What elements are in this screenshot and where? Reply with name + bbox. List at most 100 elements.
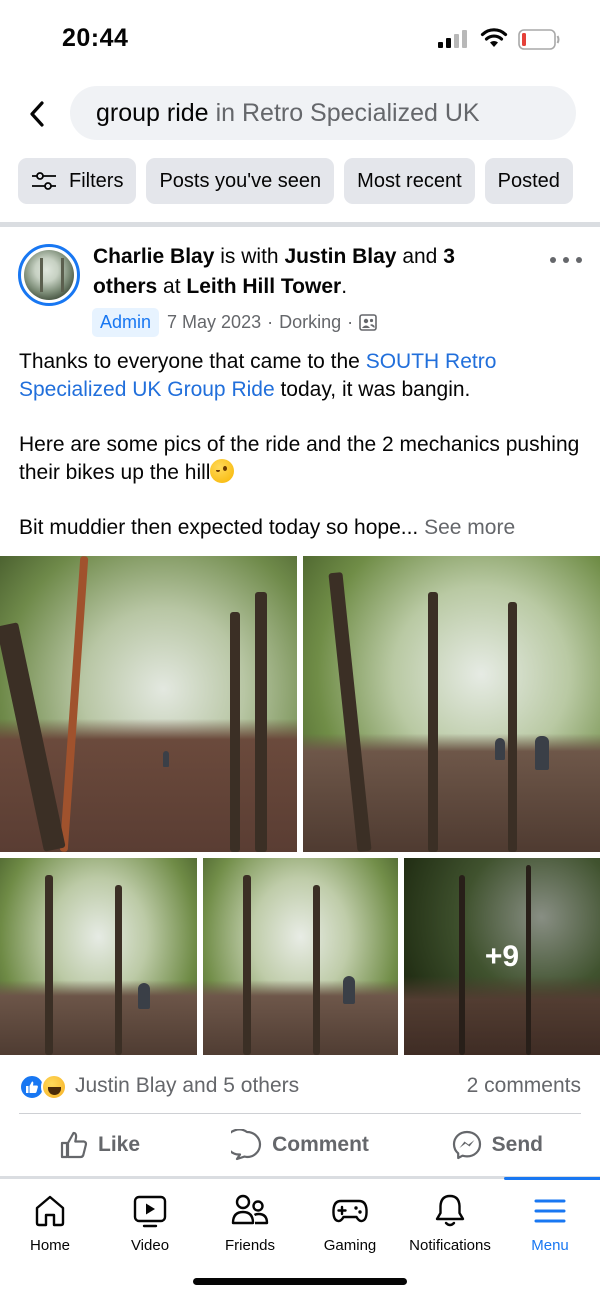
search-query: group ride — [96, 98, 209, 127]
post-photo[interactable] — [203, 858, 398, 1055]
more-photos-count: +9 — [484, 939, 520, 973]
most-recent-chip[interactable]: Most recent — [344, 158, 475, 204]
status-time: 20:44 — [62, 24, 129, 52]
like-button[interactable]: Like — [0, 1120, 200, 1170]
tab-video-label: Video — [130, 1237, 170, 1254]
tab-home[interactable]: Home — [0, 1179, 100, 1271]
post-title: Charlie Blay is with Justin Blay and 3 o… — [93, 245, 455, 298]
post-paragraph-2: Here are some pics of the ride and the 2… — [19, 433, 580, 484]
comment-button[interactable]: Comment — [200, 1120, 400, 1170]
messenger-icon — [452, 1130, 481, 1160]
tree-trunk — [230, 612, 240, 852]
send-button[interactable]: Send — [400, 1120, 600, 1170]
send-label: Send — [491, 1133, 543, 1156]
tree-trunk — [115, 885, 122, 1055]
gaming-icon — [332, 1199, 368, 1223]
search-row: group ride in Retro Specialized UK — [0, 84, 600, 144]
post-place[interactable]: Dorking — [279, 312, 341, 333]
tree-trunk — [313, 885, 320, 1055]
and-text: and — [402, 245, 438, 268]
tree-trunk — [45, 875, 53, 1055]
post-photo-more[interactable]: +9 — [404, 858, 600, 1055]
post-meta: Admin 7 May 2023 · Dorking · — [92, 308, 377, 337]
rider — [495, 738, 505, 760]
group-audience-icon — [359, 314, 377, 331]
tree-trunk — [59, 556, 89, 852]
filter-chips: Filters Posts you've seen Most recent Po… — [18, 158, 600, 204]
dot — [550, 257, 556, 263]
post-date[interactable]: 7 May 2023 — [167, 312, 261, 333]
posts-seen-chip[interactable]: Posts you've seen — [146, 158, 335, 204]
tab-gaming[interactable]: Gaming — [300, 1179, 400, 1271]
with-text: is with — [220, 245, 279, 268]
avatar-image — [24, 250, 74, 300]
tagged-person[interactable]: Justin Blay — [284, 245, 396, 268]
sliders-icon — [32, 172, 56, 190]
home-icon — [35, 1195, 65, 1227]
location-name[interactable]: Leith Hill Tower — [186, 275, 341, 298]
search-input[interactable]: group ride in Retro Specialized UK — [70, 86, 576, 140]
tab-menu[interactable]: Menu — [500, 1177, 600, 1271]
like-icon — [60, 1131, 88, 1159]
tree-trunk — [428, 592, 438, 852]
search-scope: in Retro Specialized UK — [215, 98, 480, 127]
bell-icon — [435, 1194, 465, 1227]
action-divider — [19, 1113, 581, 1114]
cellular-signal-icon — [438, 30, 467, 48]
reactors-summary[interactable]: Justin Blay and 5 others — [75, 1074, 299, 1098]
tree-trunk — [255, 592, 267, 852]
posted-chip[interactable]: Posted — [484, 158, 573, 204]
reaction-icons[interactable] — [19, 1074, 71, 1100]
meta-separator: · — [267, 312, 274, 332]
comment-icon — [231, 1129, 262, 1161]
winking-face-emoji — [210, 459, 235, 483]
tab-notifications-label: Notifications — [409, 1237, 491, 1254]
tab-notifications[interactable]: Notifications — [400, 1179, 500, 1271]
reactions-row: Justin Blay and 5 others 2 comments — [0, 1066, 600, 1108]
rider — [535, 736, 549, 770]
post-paragraph-1: Thanks to everyone that came to the SOUT… — [19, 350, 497, 401]
rider — [138, 983, 150, 1009]
meta-separator: · — [347, 312, 354, 332]
like-label: Like — [98, 1133, 141, 1156]
thumbs-up-icon — [26, 1081, 38, 1093]
comments-count[interactable]: 2 comments — [467, 1074, 581, 1098]
posts-seen-chip-label: Posts you've seen — [159, 169, 322, 192]
filters-chip-label: Filters — [69, 169, 124, 192]
home-indicator[interactable] — [193, 1278, 407, 1285]
tab-home-label: Home — [29, 1237, 70, 1254]
tab-friends[interactable]: Friends — [200, 1179, 300, 1271]
more-photos-overlay: +9 — [404, 858, 600, 1055]
back-button[interactable] — [18, 94, 58, 134]
tree-trunk — [508, 602, 517, 852]
avatar[interactable] — [18, 244, 80, 306]
tree-trunk — [328, 572, 372, 852]
back-arrow-icon — [30, 101, 44, 127]
filters-chip[interactable]: Filters — [18, 158, 137, 204]
bottom-tab-bar: Home Video Friends Gaming Notifications … — [0, 1177, 600, 1271]
tree-trunk — [0, 622, 66, 852]
post-paragraph-3: Bit muddier then expected today so hope.… — [19, 516, 516, 539]
dot — [576, 257, 582, 263]
post-text: Thanks to everyone that came to the SOUT… — [19, 348, 584, 569]
video-icon — [133, 1195, 167, 1228]
tab-menu-label: Menu — [531, 1237, 569, 1254]
menu-icon — [534, 1199, 566, 1223]
post-photo[interactable] — [303, 556, 600, 852]
see-more-link[interactable]: See more — [424, 516, 515, 539]
author-name[interactable]: Charlie Blay — [93, 245, 214, 268]
tab-video[interactable]: Video — [100, 1179, 200, 1271]
at-text: at — [163, 275, 181, 298]
post-actions: Like Comment Send — [0, 1120, 600, 1170]
comment-label: Comment — [272, 1133, 369, 1156]
tree-trunk — [243, 875, 251, 1055]
rider — [163, 751, 169, 767]
wifi-icon — [480, 28, 508, 47]
more-options-button[interactable] — [550, 250, 582, 270]
post-photo[interactable] — [0, 556, 297, 852]
dot — [563, 257, 569, 263]
tab-friends-label: Friends — [224, 1237, 276, 1254]
post-photo[interactable] — [0, 858, 197, 1055]
friends-icon — [231, 1194, 269, 1225]
haha-reaction-icon — [41, 1074, 67, 1100]
